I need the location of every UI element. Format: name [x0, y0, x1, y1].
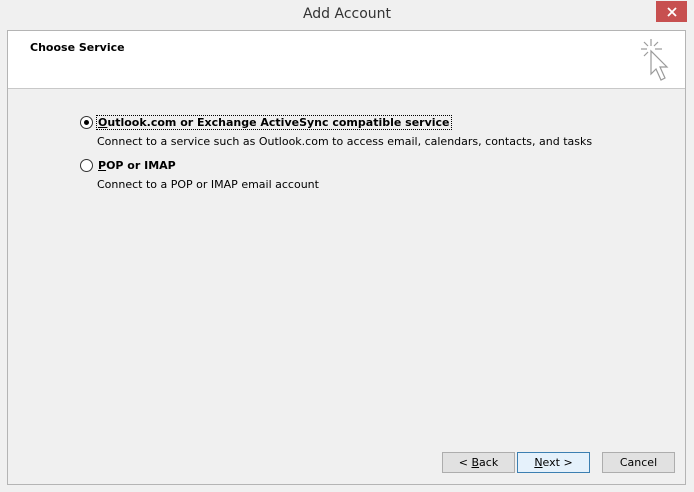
next-button-text: ext > — [542, 456, 573, 469]
option-pop-imap[interactable]: POP or IMAP — [80, 159, 177, 172]
option-label-pop-imap[interactable]: POP or IMAP — [97, 159, 177, 172]
back-button[interactable]: < Back — [442, 452, 515, 473]
option-label-exchange-text: utlook.com or Exchange ActiveSync compat… — [107, 116, 450, 129]
option-label-exchange[interactable]: Outlook.com or Exchange ActiveSync compa… — [96, 115, 452, 130]
radio-exchange-activesync[interactable] — [80, 116, 93, 129]
wizard-header: Choose Service — [8, 31, 685, 89]
option-label-pop-text: OP or IMAP — [106, 159, 176, 172]
next-button[interactable]: Next > — [517, 452, 590, 473]
wizard-cursor-icon — [641, 39, 669, 81]
back-button-prefix: < — [458, 456, 472, 469]
dialog-client-area: Choose Service Outlook.com or Exchange A… — [7, 30, 686, 485]
radio-selected-dot — [84, 120, 89, 125]
back-button-mnemonic: B — [471, 456, 480, 469]
title-bar[interactable]: Add Account — [0, 0, 694, 30]
option-label-exchange-mnemonic: O — [98, 116, 108, 129]
next-button-mnemonic: N — [534, 456, 543, 469]
option-description-pop-imap: Connect to a POP or IMAP email account — [97, 178, 319, 191]
close-icon — [666, 6, 677, 17]
option-label-pop-mnemonic: P — [98, 159, 107, 172]
option-description-exchange: Connect to a service such as Outlook.com… — [97, 135, 593, 148]
back-button-text: ack — [479, 456, 499, 469]
close-button[interactable] — [656, 1, 687, 22]
option-exchange-activesync[interactable]: Outlook.com or Exchange ActiveSync compa… — [80, 115, 452, 130]
window-title: Add Account — [302, 6, 392, 22]
radio-pop-imap[interactable] — [80, 159, 93, 172]
page-title: Choose Service — [30, 41, 125, 54]
cancel-button[interactable]: Cancel — [602, 452, 675, 473]
add-account-dialog: Add Account Choose Service Outlook.com o… — [0, 0, 694, 492]
